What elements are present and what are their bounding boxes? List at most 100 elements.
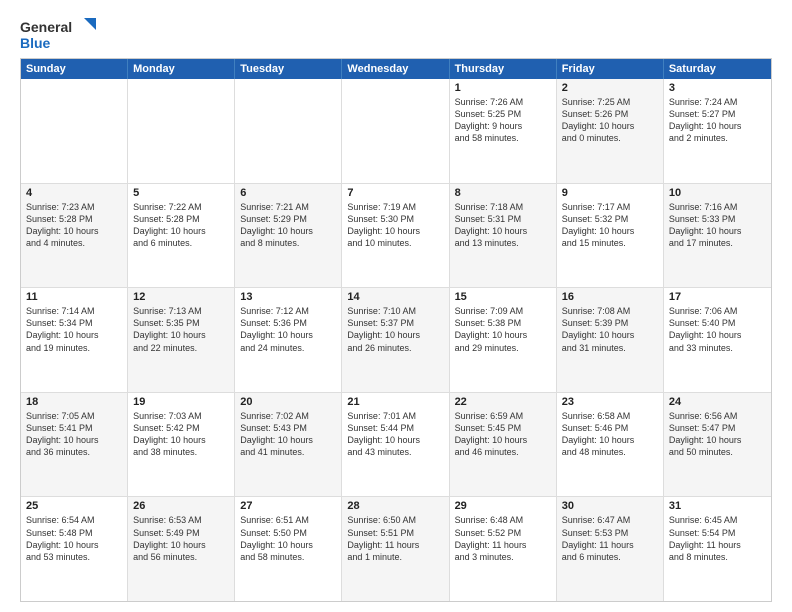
day-number: 24 [669,396,766,408]
day-number: 28 [347,500,443,512]
day-info: Sunrise: 6:45 AM Sunset: 5:54 PM Dayligh… [669,514,766,563]
day-number: 3 [669,82,766,94]
empty-cell-0-0 [21,79,128,183]
calendar-header: SundayMondayTuesdayWednesdayThursdayFrid… [21,59,771,79]
day-info: Sunrise: 7:02 AM Sunset: 5:43 PM Dayligh… [240,410,336,459]
calendar-row-0: 1 Sunrise: 7:26 AM Sunset: 5:25 PM Daylig… [21,79,771,183]
day-number: 11 [26,291,122,303]
day-number: 1 [455,82,551,94]
day-cell-12: 12 Sunrise: 7:13 AM Sunset: 5:35 PM Dayli… [128,288,235,392]
calendar-row-3: 18 Sunrise: 7:05 AM Sunset: 5:41 PM Dayli… [21,392,771,497]
day-info: Sunrise: 6:47 AM Sunset: 5:53 PM Dayligh… [562,514,658,563]
day-cell-13: 13 Sunrise: 7:12 AM Sunset: 5:36 PM Dayli… [235,288,342,392]
svg-text:General: General [20,19,72,35]
day-cell-10: 10Sunrise: 7:16 AM Sunset: 5:33 PM Dayli… [664,184,771,288]
day-number: 5 [133,187,229,199]
day-number: 4 [26,187,122,199]
day-cell-27: 27Sunrise: 6:51 AM Sunset: 5:50 PM Dayli… [235,497,342,601]
day-number: 6 [240,187,336,199]
day-cell-30: 30 Sunrise: 6:47 AM Sunset: 5:53 PM Dayli… [557,497,664,601]
day-info: Sunrise: 7:17 AM Sunset: 5:32 PM Dayligh… [562,201,658,250]
day-info: Sunrise: 7:26 AM Sunset: 5:25 PM Dayligh… [455,96,551,145]
day-cell-21: 21 Sunrise: 7:01 AM Sunset: 5:44 PM Dayli… [342,393,449,497]
day-info: Sunrise: 7:22 AM Sunset: 5:28 PM Dayligh… [133,201,229,250]
empty-cell-0-2 [235,79,342,183]
day-cell-25: 25Sunrise: 6:54 AM Sunset: 5:48 PM Dayli… [21,497,128,601]
svg-text:Blue: Blue [20,35,51,51]
day-cell-19: 19Sunrise: 7:03 AM Sunset: 5:42 PM Dayli… [128,393,235,497]
day-info: Sunrise: 7:03 AM Sunset: 5:42 PM Dayligh… [133,410,229,459]
day-info: Sunrise: 6:54 AM Sunset: 5:48 PM Dayligh… [26,514,122,563]
calendar: SundayMondayTuesdayWednesdayThursdayFrid… [20,58,772,602]
day-number: 21 [347,396,443,408]
logo-svg: GeneralBlue [20,16,100,52]
header-day-tuesday: Tuesday [235,59,342,79]
calendar-row-2: 11 Sunrise: 7:14 AM Sunset: 5:34 PM Dayli… [21,287,771,392]
day-info: Sunrise: 6:48 AM Sunset: 5:52 PM Dayligh… [455,514,551,563]
day-info: Sunrise: 7:21 AM Sunset: 5:29 PM Dayligh… [240,201,336,250]
day-cell-5: 5 Sunrise: 7:22 AM Sunset: 5:28 PM Daylig… [128,184,235,288]
day-info: Sunrise: 7:14 AM Sunset: 5:34 PM Dayligh… [26,305,122,354]
day-cell-29: 29Sunrise: 6:48 AM Sunset: 5:52 PM Dayli… [450,497,557,601]
empty-cell-0-3 [342,79,449,183]
day-info: Sunrise: 7:05 AM Sunset: 5:41 PM Dayligh… [26,410,122,459]
day-number: 30 [562,500,658,512]
day-cell-31: 31 Sunrise: 6:45 AM Sunset: 5:54 PM Dayli… [664,497,771,601]
day-info: Sunrise: 7:06 AM Sunset: 5:40 PM Dayligh… [669,305,766,354]
day-info: Sunrise: 6:56 AM Sunset: 5:47 PM Dayligh… [669,410,766,459]
day-number: 20 [240,396,336,408]
logo: GeneralBlue [20,16,100,52]
day-number: 26 [133,500,229,512]
header: GeneralBlue [20,16,772,52]
header-day-sunday: Sunday [21,59,128,79]
day-info: Sunrise: 6:58 AM Sunset: 5:46 PM Dayligh… [562,410,658,459]
day-number: 12 [133,291,229,303]
day-cell-17: 17Sunrise: 7:06 AM Sunset: 5:40 PM Dayli… [664,288,771,392]
day-cell-14: 14 Sunrise: 7:10 AM Sunset: 5:37 PM Dayli… [342,288,449,392]
day-cell-22: 22Sunrise: 6:59 AM Sunset: 5:45 PM Dayli… [450,393,557,497]
calendar-body: 1 Sunrise: 7:26 AM Sunset: 5:25 PM Daylig… [21,79,771,601]
day-cell-26: 26 Sunrise: 6:53 AM Sunset: 5:49 PM Dayli… [128,497,235,601]
day-cell-11: 11 Sunrise: 7:14 AM Sunset: 5:34 PM Dayli… [21,288,128,392]
day-number: 31 [669,500,766,512]
day-cell-2: 2Sunrise: 7:25 AM Sunset: 5:26 PM Daylig… [557,79,664,183]
day-cell-1: 1 Sunrise: 7:26 AM Sunset: 5:25 PM Daylig… [450,79,557,183]
day-number: 27 [240,500,336,512]
day-info: Sunrise: 7:19 AM Sunset: 5:30 PM Dayligh… [347,201,443,250]
day-info: Sunrise: 7:18 AM Sunset: 5:31 PM Dayligh… [455,201,551,250]
day-info: Sunrise: 6:53 AM Sunset: 5:49 PM Dayligh… [133,514,229,563]
day-number: 23 [562,396,658,408]
day-cell-18: 18 Sunrise: 7:05 AM Sunset: 5:41 PM Dayli… [21,393,128,497]
day-info: Sunrise: 7:08 AM Sunset: 5:39 PM Dayligh… [562,305,658,354]
day-info: Sunrise: 7:24 AM Sunset: 5:27 PM Dayligh… [669,96,766,145]
day-cell-6: 6 Sunrise: 7:21 AM Sunset: 5:29 PM Daylig… [235,184,342,288]
day-cell-24: 24 Sunrise: 6:56 AM Sunset: 5:47 PM Dayli… [664,393,771,497]
day-info: Sunrise: 7:09 AM Sunset: 5:38 PM Dayligh… [455,305,551,354]
day-cell-20: 20 Sunrise: 7:02 AM Sunset: 5:43 PM Dayli… [235,393,342,497]
day-cell-8: 8 Sunrise: 7:18 AM Sunset: 5:31 PM Daylig… [450,184,557,288]
day-info: Sunrise: 7:12 AM Sunset: 5:36 PM Dayligh… [240,305,336,354]
day-cell-7: 7 Sunrise: 7:19 AM Sunset: 5:30 PM Daylig… [342,184,449,288]
day-cell-9: 9 Sunrise: 7:17 AM Sunset: 5:32 PM Daylig… [557,184,664,288]
day-info: Sunrise: 7:13 AM Sunset: 5:35 PM Dayligh… [133,305,229,354]
calendar-row-1: 4 Sunrise: 7:23 AM Sunset: 5:28 PM Daylig… [21,183,771,288]
day-number: 8 [455,187,551,199]
day-cell-15: 15Sunrise: 7:09 AM Sunset: 5:38 PM Dayli… [450,288,557,392]
day-cell-3: 3 Sunrise: 7:24 AM Sunset: 5:27 PM Daylig… [664,79,771,183]
day-number: 7 [347,187,443,199]
day-number: 2 [562,82,658,94]
day-number: 14 [347,291,443,303]
day-number: 18 [26,396,122,408]
day-cell-28: 28Sunrise: 6:50 AM Sunset: 5:51 PM Dayli… [342,497,449,601]
page: GeneralBlue SundayMondayTuesdayWednesday… [0,0,792,612]
day-info: Sunrise: 6:59 AM Sunset: 5:45 PM Dayligh… [455,410,551,459]
day-info: Sunrise: 7:01 AM Sunset: 5:44 PM Dayligh… [347,410,443,459]
day-number: 9 [562,187,658,199]
day-info: Sunrise: 7:23 AM Sunset: 5:28 PM Dayligh… [26,201,122,250]
calendar-row-4: 25Sunrise: 6:54 AM Sunset: 5:48 PM Dayli… [21,496,771,601]
header-day-friday: Friday [557,59,664,79]
day-info: Sunrise: 7:16 AM Sunset: 5:33 PM Dayligh… [669,201,766,250]
day-number: 16 [562,291,658,303]
day-info: Sunrise: 7:10 AM Sunset: 5:37 PM Dayligh… [347,305,443,354]
day-number: 13 [240,291,336,303]
